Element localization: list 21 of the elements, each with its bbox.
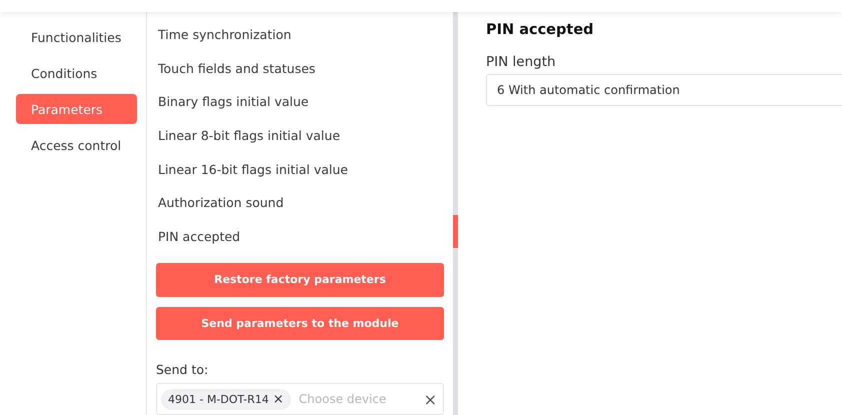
- section-title: PIN accepted: [486, 22, 595, 38]
- pin-length-select[interactable]: 6 With automatic confirmation: [486, 74, 842, 106]
- nav-item[interactable]: Functionalities: [16, 22, 137, 52]
- scrollbar-thumb[interactable]: [453, 215, 458, 248]
- nav-item[interactable]: Access control: [16, 130, 137, 160]
- device-search-input[interactable]: Choose device: [296, 391, 418, 408]
- field-label: PIN length: [486, 54, 557, 70]
- parameter-item[interactable]: Touch fields and statuses: [156, 52, 444, 86]
- scrollbar[interactable]: [453, 12, 458, 415]
- remove-chip-button[interactable]: ×: [272, 392, 284, 407]
- device-select[interactable]: 4901 - M-DOT-R14 × Choose device ×: [156, 383, 444, 415]
- parameter-item[interactable]: Authorization sound: [156, 186, 444, 220]
- nav-item[interactable]: Conditions: [16, 58, 137, 88]
- parameter-item[interactable]: Time synchronization: [156, 18, 444, 52]
- parameter-item[interactable]: PIN accepted: [156, 220, 444, 254]
- parameter-item[interactable]: Binary flags initial value: [156, 85, 444, 119]
- parameter-item[interactable]: Linear 16-bit flags initial value: [156, 152, 444, 186]
- chip-label: 4901 - M-DOT-R14: [168, 392, 269, 406]
- send-to-label: Send to:: [156, 362, 210, 378]
- parameter-item[interactable]: Linear 8-bit flags initial value: [156, 118, 444, 152]
- clear-button[interactable]: ×: [424, 390, 437, 409]
